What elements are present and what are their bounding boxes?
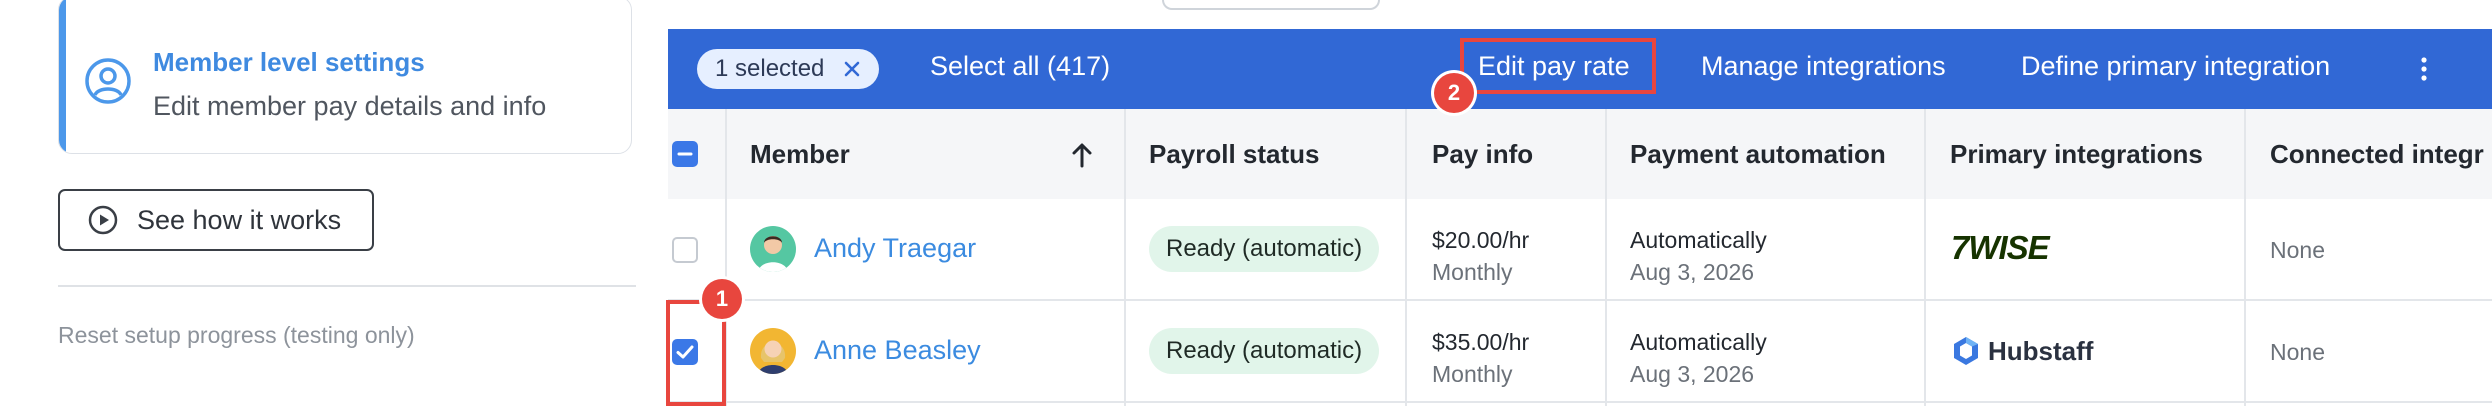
indeterminate-icon [677,152,693,156]
pay-rate: $20.00/hr [1432,227,1530,253]
settings-card-title: Member level settings [153,47,425,77]
connected-integrations-value: None [2270,237,2325,263]
payment-automation: Automatically [1630,329,1767,355]
hubstaff-logo-icon [1954,337,1978,365]
table-header-row: Member Payroll status Pay info Payment a… [668,109,2492,201]
settings-card-description: Edit member pay details and info [153,91,547,121]
table-row[interactable]: Andy Traegar Ready (automatic) $20.00/hr… [668,199,2492,301]
column-header-connected-integrations[interactable]: Connected integr [2270,109,2484,199]
pay-rate: $35.00/hr [1432,329,1530,355]
column-header-payroll-status[interactable]: Payroll status [1149,109,1320,199]
selected-count-label: 1 selected [715,55,825,82]
reset-setup-progress-link[interactable]: Reset setup progress (testing only) [58,322,415,349]
selected-count-chip: 1 selected [697,49,879,89]
column-divider [2244,109,2246,406]
highlight-box-edit-pay-rate [1460,38,1656,94]
annotation-badge-1: 1 [702,279,742,319]
manage-integrations-button[interactable]: Manage integrations [1701,51,1946,82]
payment-automation-date: Aug 3, 2026 [1630,361,1755,387]
payroll-status-badge: Ready (automatic) [1149,328,1380,374]
avatar [750,328,796,374]
more-vertical-icon[interactable] [2418,55,2430,83]
column-header-member[interactable]: Member [750,109,850,199]
column-divider [1124,109,1126,406]
column-divider [1405,109,1407,406]
avatar-image [750,226,796,272]
avatar [750,226,796,272]
select-all-checkbox[interactable] [672,141,698,167]
row-checkbox[interactable] [672,237,698,263]
payroll-status-badge: Ready (automatic) [1149,226,1380,272]
connected-integrations-value: None [2270,339,2325,365]
define-primary-integration-button[interactable]: Define primary integration [2021,51,2330,82]
column-header-payment-automation[interactable]: Payment automation [1630,109,1886,199]
sidebar-divider [58,285,636,287]
avatar-image [750,328,796,374]
user-circle-icon [85,58,131,104]
pay-period: Monthly [1432,259,1513,285]
see-how-it-works-button[interactable]: See how it works [58,189,374,251]
setup-sidebar: Member level settings Edit member pay de… [0,0,668,406]
member-name-link[interactable]: Anne Beasley [814,335,981,366]
payment-automation: Automatically [1630,227,1767,253]
column-divider [1605,109,1607,406]
pay-period: Monthly [1432,361,1513,387]
column-divider [1924,109,1926,406]
payment-automation-date: Aug 3, 2026 [1630,259,1755,285]
table-row[interactable]: Anne Beasley Ready (automatic) $35.00/hr… [668,301,2492,403]
hubstaff-logo: Hubstaff [1950,335,2093,367]
active-accent-bar [59,0,66,153]
sort-ascending-arrow-icon[interactable] [1070,142,1094,168]
see-how-it-works-label: See how it works [137,204,342,235]
top-control-edge [1162,0,1380,10]
column-header-pay-info[interactable]: Pay info [1432,109,1533,199]
select-all-button[interactable]: Select all (417) [930,51,1110,82]
column-header-primary-integrations[interactable]: Primary integrations [1950,109,2203,199]
clear-selection-close-icon[interactable] [842,59,862,79]
hubstaff-logo-text: Hubstaff [1988,335,2094,366]
wise-logo: 7WISE [1951,229,2050,266]
annotation-badge-2: 2 [1434,73,1474,113]
member-name-link[interactable]: Andy Traegar [814,233,976,264]
play-circle-icon [88,205,118,235]
member-level-settings-card[interactable]: Member level settings Edit member pay de… [58,0,632,154]
